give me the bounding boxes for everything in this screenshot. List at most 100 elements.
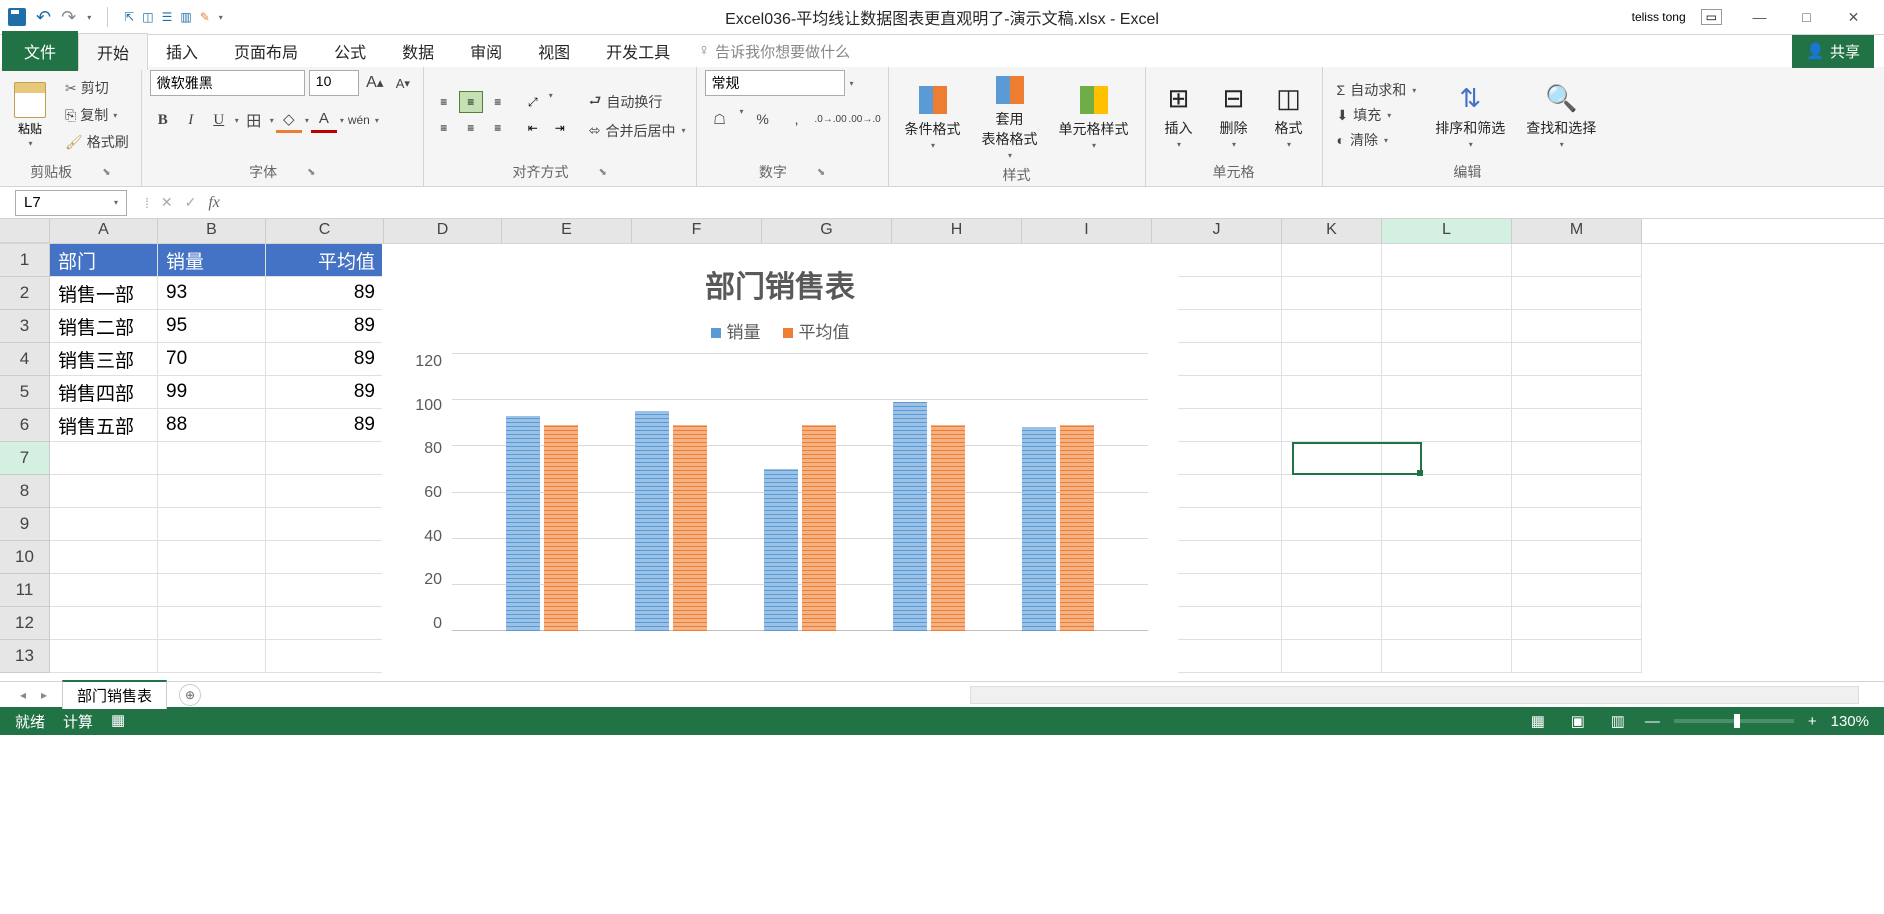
underline-button[interactable]: U <box>206 107 232 133</box>
chart-title[interactable]: 部门销售表 <box>382 244 1178 312</box>
align-bottom-icon[interactable]: ≡ <box>486 91 510 113</box>
qat-icon[interactable]: ✎ <box>200 10 210 24</box>
col-header-L[interactable]: L <box>1382 219 1512 243</box>
confirm-icon[interactable]: ✓ <box>185 194 197 211</box>
col-header-H[interactable]: H <box>892 219 1022 243</box>
tab-review[interactable]: 审阅 <box>452 33 520 69</box>
qat-icon[interactable]: ☰ <box>162 10 173 24</box>
cell-C1[interactable]: 平均值 <box>266 244 384 277</box>
qat-dropdown-icon[interactable]: ▾ <box>87 13 91 22</box>
add-sheet-button[interactable]: ⊕ <box>179 684 201 706</box>
col-header-J[interactable]: J <box>1152 219 1282 243</box>
next-sheet-icon[interactable]: ▸ <box>41 688 56 702</box>
increase-decimal-icon[interactable]: .0→.00 <box>816 107 846 131</box>
zoom-slider[interactable] <box>1674 719 1794 723</box>
col-header-C[interactable]: C <box>266 219 384 243</box>
maximize-button[interactable]: □ <box>1784 3 1829 31</box>
bar-series-0[interactable] <box>764 469 798 631</box>
chart-plot-area[interactable]: 120 100 80 60 40 20 0 <box>452 353 1148 653</box>
accounting-format-icon[interactable]: ☖ <box>705 107 735 131</box>
cell-C2[interactable]: 89 <box>266 277 384 310</box>
zoom-level[interactable]: 130% <box>1831 713 1869 730</box>
row-header-9[interactable]: 9 <box>0 508 50 541</box>
chart-object[interactable]: 部门销售表 销量 平均值 120 100 80 60 40 20 0 <box>382 244 1178 674</box>
undo-icon[interactable]: ↶ <box>36 7 51 28</box>
decrease-font-icon[interactable]: A▾ <box>391 71 415 95</box>
col-header-B[interactable]: B <box>158 219 266 243</box>
launcher-icon[interactable]: ⬊ <box>307 167 315 178</box>
increase-font-icon[interactable]: A▴ <box>363 71 387 95</box>
tab-file[interactable]: 文件 <box>2 31 78 71</box>
launcher-icon[interactable]: ⬊ <box>817 167 825 178</box>
close-button[interactable]: ✕ <box>1831 3 1876 31</box>
cell-A5[interactable]: 销售四部 <box>50 376 158 409</box>
formula-input[interactable] <box>238 190 1884 216</box>
cell-B5[interactable]: 99 <box>158 376 266 409</box>
cell-C5[interactable]: 89 <box>266 376 384 409</box>
col-header-I[interactable]: I <box>1022 219 1152 243</box>
orientation-icon[interactable]: ⤢ <box>521 91 545 113</box>
tab-developer[interactable]: 开发工具 <box>588 33 688 69</box>
bar-series-0[interactable] <box>506 416 540 631</box>
name-box[interactable]: L7▾ <box>15 190 127 216</box>
bar-series-1[interactable] <box>1060 425 1094 631</box>
col-header-G[interactable]: G <box>762 219 892 243</box>
horizontal-scrollbar[interactable] <box>970 686 1859 704</box>
font-size-input[interactable]: 10 <box>309 70 359 96</box>
cell-styles-button[interactable]: 单元格样式▾ <box>1051 80 1137 153</box>
cell-A4[interactable]: 销售三部 <box>50 343 158 376</box>
align-top-icon[interactable]: ≡ <box>432 91 456 113</box>
row-header-7[interactable]: 7 <box>0 442 50 475</box>
worksheet-grid[interactable]: A B C D E F G H I J K L M 1 2 3 4 5 6 7 … <box>0 219 1884 681</box>
tab-formulas[interactable]: 公式 <box>316 33 384 69</box>
bar-series-1[interactable] <box>931 425 965 631</box>
cell-A1[interactable]: 部门 <box>50 244 158 277</box>
align-center-icon[interactable]: ≡ <box>459 117 483 139</box>
paste-button[interactable]: 粘贴 ▾ <box>8 80 52 150</box>
col-header-F[interactable]: F <box>632 219 762 243</box>
bar-series-0[interactable] <box>635 411 669 631</box>
share-button[interactable]: 👤 共享 <box>1792 35 1874 68</box>
decrease-indent-icon[interactable]: ⇤ <box>521 117 545 139</box>
row-header-4[interactable]: 4 <box>0 343 50 376</box>
bar-series-1[interactable] <box>802 425 836 631</box>
sheet-tab-active[interactable]: 部门销售表 <box>62 680 167 709</box>
macro-record-icon[interactable]: ▦ <box>111 711 125 732</box>
align-left-icon[interactable]: ≡ <box>432 117 456 139</box>
row-header-10[interactable]: 10 <box>0 541 50 574</box>
qat-icon[interactable]: ▥ <box>180 10 191 24</box>
cell-A2[interactable]: 销售一部 <box>50 277 158 310</box>
find-select-button[interactable]: 🔍查找和选择▾ <box>1518 79 1604 152</box>
cell-C3[interactable]: 89 <box>266 310 384 343</box>
format-as-table-button[interactable]: 套用 表格格式▾ <box>974 70 1046 163</box>
tab-home[interactable]: 开始 <box>78 33 148 70</box>
cell-B2[interactable]: 93 <box>158 277 266 310</box>
align-middle-icon[interactable]: ≡ <box>459 91 483 113</box>
cell-B4[interactable]: 70 <box>158 343 266 376</box>
launcher-icon[interactable]: ⬊ <box>102 167 110 178</box>
prev-sheet-icon[interactable]: ◂ <box>20 688 35 702</box>
autosum-button[interactable]: Σ自动求和▾ <box>1331 79 1423 101</box>
increase-indent-icon[interactable]: ⇥ <box>548 117 572 139</box>
bold-button[interactable]: B <box>150 107 176 133</box>
comma-format-icon[interactable]: , <box>782 107 812 131</box>
redo-icon[interactable]: ↷ <box>61 7 76 28</box>
cell-B3[interactable]: 95 <box>158 310 266 343</box>
bar-series-1[interactable] <box>544 425 578 631</box>
tab-insert[interactable]: 插入 <box>148 33 216 69</box>
row-header-1[interactable]: 1 <box>0 244 50 277</box>
fill-color-button[interactable]: ◇ <box>276 107 302 133</box>
percent-format-icon[interactable]: % <box>748 107 778 131</box>
ribbon-display-icon[interactable]: ▭ <box>1701 9 1722 25</box>
fx-icon[interactable]: fx <box>208 194 220 212</box>
launcher-icon[interactable]: ⬊ <box>598 167 606 178</box>
tell-me-search[interactable]: ♀ 告诉我你想要做什么 <box>698 41 850 62</box>
format-cells-button[interactable]: ◫格式▾ <box>1264 79 1314 152</box>
bar-series-0[interactable] <box>893 402 927 631</box>
cell-B1[interactable]: 销量 <box>158 244 266 277</box>
cut-button[interactable]: ✂剪切 <box>61 76 133 100</box>
cell-A3[interactable]: 销售二部 <box>50 310 158 343</box>
font-name-input[interactable]: 微软雅黑 <box>150 70 305 96</box>
chart-legend[interactable]: 销量 平均值 <box>382 312 1178 353</box>
col-header-A[interactable]: A <box>50 219 158 243</box>
